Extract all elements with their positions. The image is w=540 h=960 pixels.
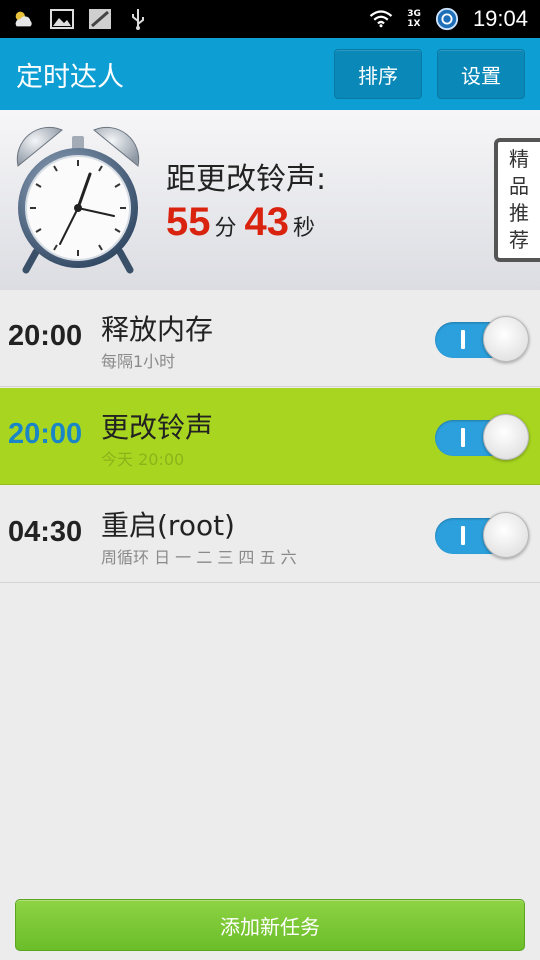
task-row[interactable]: 20:00 释放内存 每隔1小时 (0, 290, 540, 387)
app-title: 定时达人 (16, 61, 124, 93)
countdown-seconds: 43 (244, 200, 290, 244)
toggle-knob (483, 316, 529, 362)
task-toggle[interactable] (435, 512, 529, 558)
recommend-tab[interactable]: 精 品 推 荐 (494, 138, 540, 262)
task-schedule: 每隔1小时 (101, 352, 176, 371)
countdown-label: 距更改铃声: (166, 162, 327, 197)
task-title: 释放内存 (101, 313, 214, 346)
recommend-char: 品 (509, 174, 529, 198)
usb-icon (126, 7, 150, 31)
toggle-knob (483, 512, 529, 558)
countdown-minutes: 55 (166, 200, 211, 244)
task-schedule: 周循环 日 一 二 三 四 五 六 (101, 548, 297, 567)
network-indicator: 3G 1X (407, 9, 421, 29)
seconds-unit: 秒 (293, 216, 316, 241)
weather-icon (12, 7, 36, 31)
add-task-button[interactable]: 添加新任务 (15, 899, 525, 951)
task-time: 04:30 (8, 516, 83, 548)
system-icons: 3G 1X 19:04 (369, 6, 528, 32)
wifi-icon (369, 7, 393, 31)
image-icon (50, 7, 74, 31)
minutes-unit: 分 (214, 216, 237, 241)
app-bar: 定时达人 排序 设置 (0, 38, 540, 110)
task-time: 20:00 (8, 320, 83, 352)
task-toggle[interactable] (435, 316, 529, 362)
task-time: 20:00 (8, 418, 83, 450)
recommend-char: 精 (509, 147, 529, 171)
task-row-active[interactable]: 20:00 更改铃声 今天 20:00 (0, 388, 540, 485)
no-signal-icon (88, 7, 112, 31)
task-title: 重启(root) (101, 509, 235, 542)
sync-icon (435, 7, 459, 31)
network-3g-label: 3G (407, 9, 421, 19)
status-bar: 3G 1X 19:04 (0, 0, 540, 38)
task-schedule: 今天 20:00 (101, 450, 185, 469)
recommend-char: 推 (509, 201, 529, 225)
sort-button[interactable]: 排序 (334, 49, 422, 99)
recommend-char: 荐 (509, 228, 529, 252)
settings-button[interactable]: 设置 (437, 49, 525, 99)
task-row[interactable]: 04:30 重启(root) 周循环 日 一 二 三 四 五 六 (0, 486, 540, 583)
task-title: 更改铃声 (101, 411, 214, 444)
toggle-knob (483, 414, 529, 460)
countdown-value: 55 分 43 秒 (166, 200, 323, 245)
countdown-panel: 距更改铃声: 55 分 43 秒 精 品 推 荐 (0, 110, 540, 290)
network-1x-label: 1X (407, 19, 421, 29)
alarm-clock-icon (10, 122, 146, 274)
task-toggle[interactable] (435, 414, 529, 460)
status-time: 19:04 (472, 6, 528, 31)
notification-icons (12, 7, 150, 31)
